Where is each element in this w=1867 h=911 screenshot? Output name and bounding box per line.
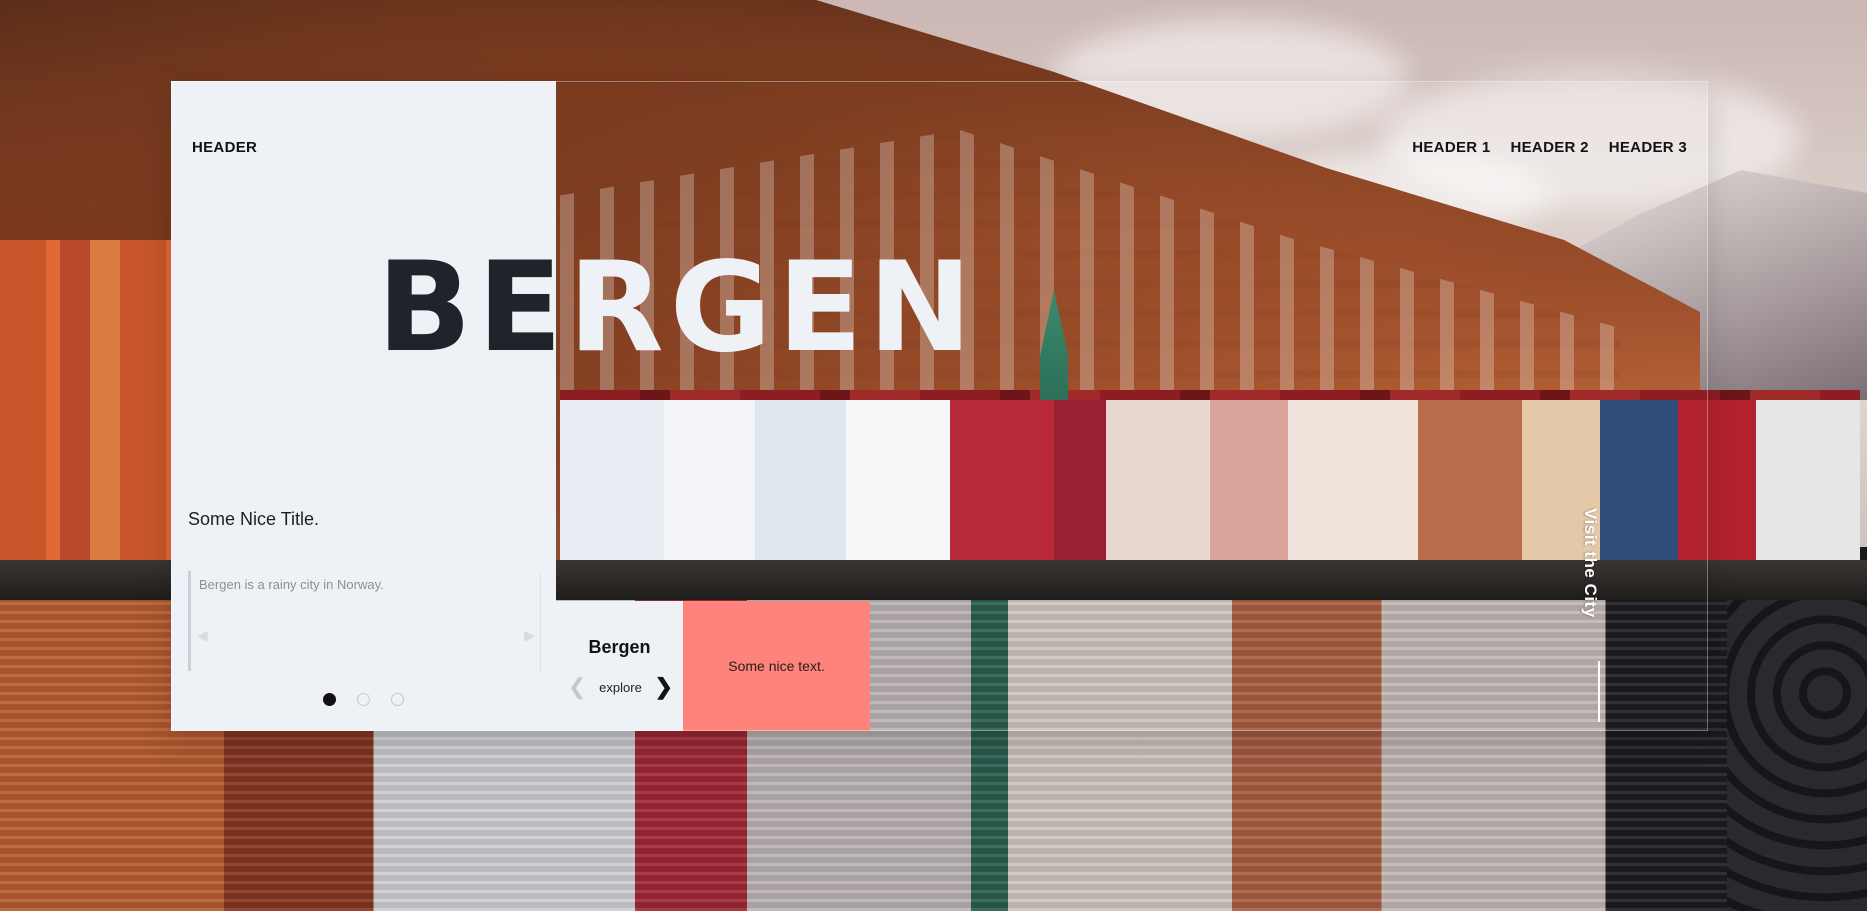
- chevron-left-icon[interactable]: ❮: [568, 676, 586, 698]
- brand-header[interactable]: HEADER: [192, 139, 257, 156]
- nav-link-header-2[interactable]: HEADER 2: [1511, 139, 1589, 156]
- chevron-left-icon[interactable]: ◀: [197, 627, 208, 644]
- nav-link-header-3[interactable]: HEADER 3: [1609, 139, 1687, 156]
- chevron-right-icon[interactable]: ▶: [524, 627, 535, 644]
- hero-title-light-part: RGEN: [568, 236, 978, 380]
- pagination-dot-2[interactable]: [357, 693, 370, 706]
- city-name: Bergen: [588, 637, 651, 657]
- pagination-dot-3[interactable]: [391, 693, 404, 706]
- nav-link-header-1[interactable]: HEADER 1: [1412, 139, 1490, 156]
- slide-title: Some Nice Title.: [188, 509, 320, 529]
- dock-tires: [1727, 600, 1867, 911]
- waterfront-buildings: [0, 240, 180, 560]
- city-tile: Bergen ❮ explore ❯: [556, 601, 683, 731]
- divider: [540, 571, 541, 671]
- note-text: Some nice text.: [728, 658, 825, 674]
- hero-title: BERGEN: [377, 246, 978, 370]
- top-navigation: HEADER 1 HEADER 2 HEADER 3: [1412, 139, 1687, 156]
- slide-pagination: [323, 693, 404, 706]
- accent-note-tile: Some nice text.: [683, 601, 870, 731]
- chevron-right-icon[interactable]: ❯: [655, 676, 673, 698]
- pagination-dot-1[interactable]: [323, 693, 336, 706]
- explore-link[interactable]: explore: [599, 680, 642, 695]
- hero-title-dark-part: BE: [377, 236, 569, 380]
- vertical-line: [1598, 661, 1600, 722]
- hero-card: HEADER Some Nice Title. Bergen is a rain…: [171, 81, 1708, 731]
- left-panel: HEADER Some Nice Title. Bergen is a rain…: [171, 81, 556, 731]
- visit-city-link[interactable]: Visit the City: [1580, 508, 1606, 658]
- quote-text: Bergen is a rainy city in Norway.: [199, 577, 384, 592]
- visit-city-label: Visit the City: [1581, 508, 1600, 618]
- quote-box: Bergen is a rainy city in Norway. ◀ ▶: [188, 571, 541, 671]
- explore-control: ❮ explore ❯: [568, 676, 673, 698]
